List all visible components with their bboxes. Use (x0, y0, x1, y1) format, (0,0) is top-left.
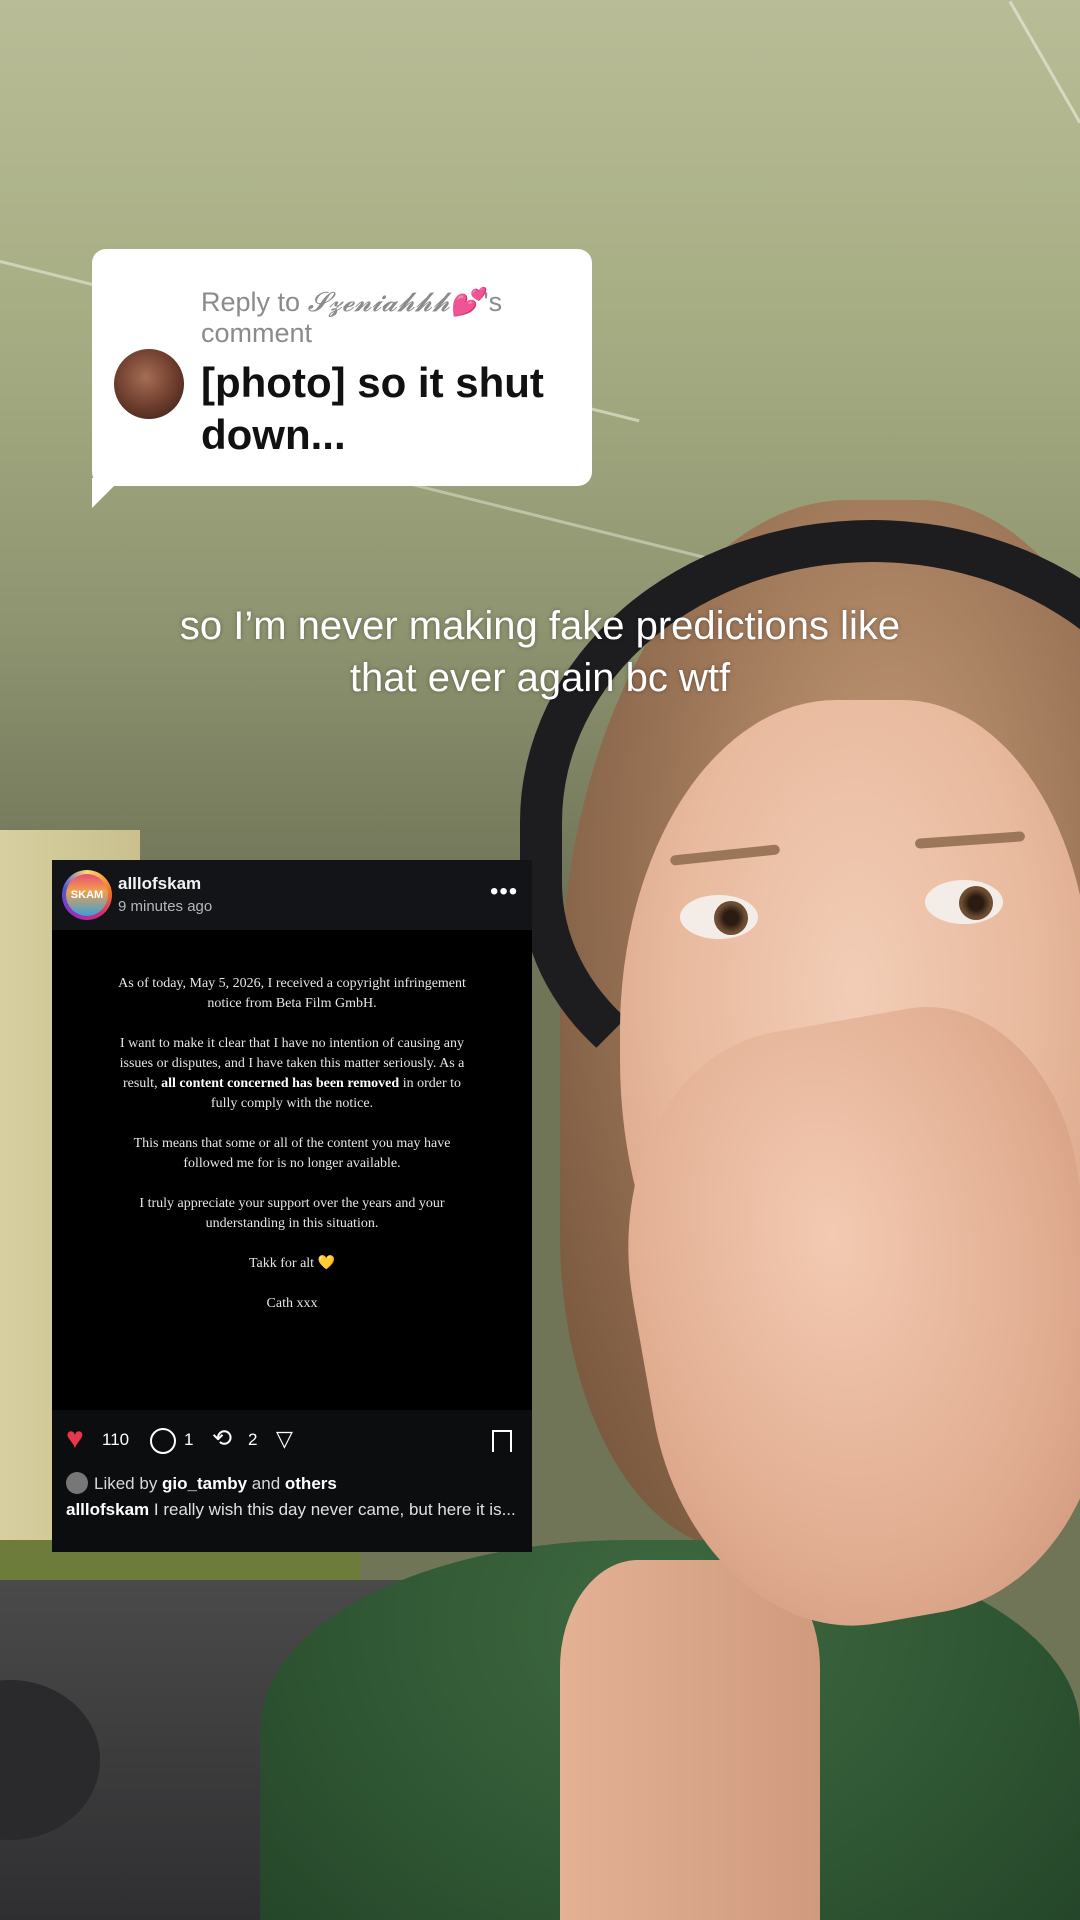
reply-comment-bubble[interactable]: Reply to 𝓢𝔃𝓮𝓷𝓲𝓪𝓱𝓱𝓱💕's comment [photo] so… (92, 249, 592, 486)
liker-avatar (66, 1472, 88, 1494)
caption-line: that ever again bc wtf (349, 656, 731, 700)
bookmark-icon[interactable] (492, 1430, 512, 1452)
eye (925, 880, 1003, 924)
reposts-count: 2 (248, 1430, 258, 1449)
post-caption: alllofskam I really wish this day never … (66, 1500, 516, 1520)
notice-paragraph: This means that some or all of the conte… (133, 1136, 451, 1171)
notice-paragraph: Takk for alt 💛 (248, 1256, 336, 1271)
notice-paragraph: I truly appreciate your support over the… (139, 1196, 445, 1231)
comment-icon[interactable] (150, 1428, 176, 1454)
heart-icon[interactable]: ♥ (66, 1422, 84, 1456)
reply-bubble-tail (92, 478, 122, 508)
share-icon[interactable]: ▽ (276, 1426, 293, 1452)
post-actions: ♥ 110 1 ⟲ 2 ▽ (52, 1420, 532, 1470)
notice-bold: all content concerned has been removed (161, 1076, 400, 1091)
likes-count: 110 (102, 1430, 130, 1449)
post-username[interactable]: alllofskam (118, 874, 201, 894)
notice-signature: Cath xxx (266, 1296, 318, 1311)
comments-count: 1 (184, 1430, 194, 1449)
arm (560, 1560, 820, 1920)
post-image: As of today, May 5, 2026, I received a c… (52, 930, 532, 1410)
commenter-name: 𝓢𝔃𝓮𝓷𝓲𝓪𝓱𝓱𝓱💕 (307, 287, 484, 318)
caption-text: I really wish this day never came, but h… (149, 1500, 516, 1519)
liked-by-prefix: Liked by (94, 1474, 163, 1493)
reply-prefix: Reply to (201, 287, 308, 317)
more-icon[interactable]: ••• (490, 878, 518, 906)
post-time: 9 minutes ago (118, 898, 213, 915)
caption-line: so I’m never making fake predictions lik… (179, 604, 901, 648)
video-caption: so I’m never making fake predictions lik… (90, 600, 990, 704)
reply-comment-text: [photo] so it shut down... (201, 359, 544, 458)
liked-by-row[interactable]: Liked by gio_tamby and others (66, 1472, 337, 1494)
caption-username[interactable]: alllofskam (66, 1500, 149, 1519)
instagram-post-card: SKAM alllofskam 9 minutes ago ••• As of … (52, 860, 532, 1552)
commenter-avatar[interactable] (114, 349, 184, 419)
notice-text: As of today, May 5, 2026, I received a c… (112, 974, 472, 1334)
liked-by-others[interactable]: others (285, 1474, 337, 1493)
reply-label: Reply to 𝓢𝔃𝓮𝓷𝓲𝓪𝓱𝓱𝓱💕's comment (201, 287, 571, 349)
notice-paragraph: As of today, May 5, 2026, I received a c… (118, 976, 466, 1011)
notice-paragraph: I want to make it clear that I have no i… (112, 1034, 472, 1114)
post-avatar[interactable]: SKAM (62, 870, 112, 920)
repost-icon[interactable]: ⟲ (212, 1424, 232, 1453)
liked-by-user[interactable]: gio_tamby (162, 1474, 247, 1493)
post-header: SKAM alllofskam 9 minutes ago ••• (52, 860, 532, 930)
eye (680, 895, 758, 939)
liked-by-and: and (247, 1474, 285, 1493)
post-avatar-image: SKAM (66, 874, 108, 916)
